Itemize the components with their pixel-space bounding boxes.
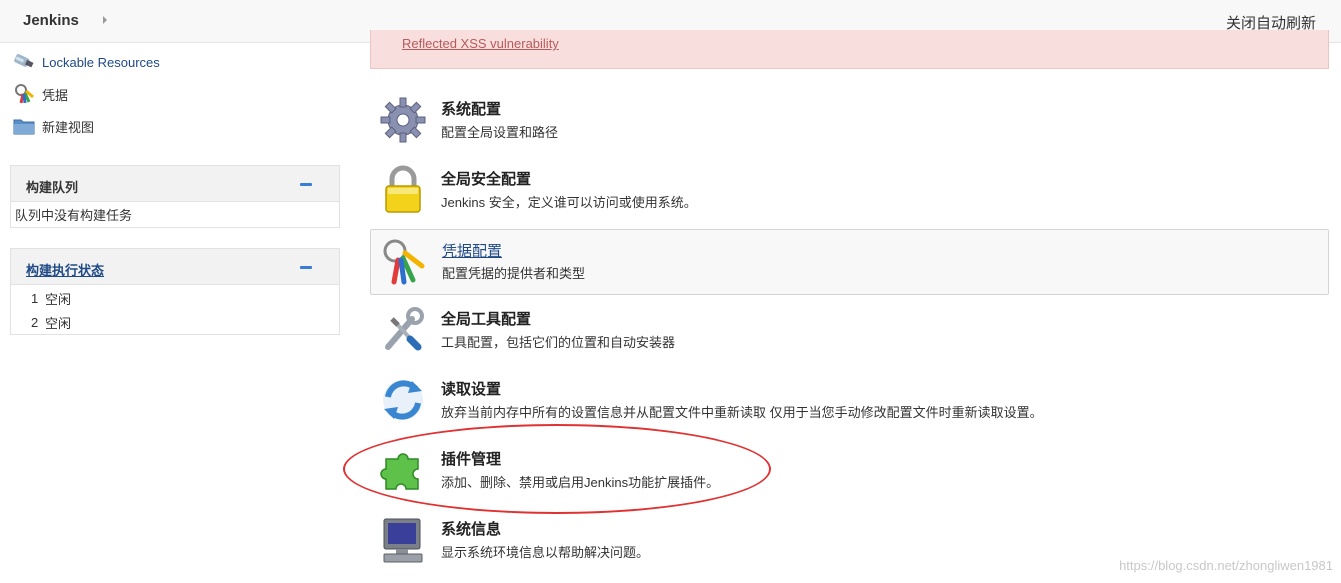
executor-status-panel: 构建执行状态 1 空闲 2 空闲: [10, 248, 340, 335]
executor-row: 2 空闲: [15, 310, 335, 334]
gear-icon: [378, 95, 428, 145]
entry-description: 添加、删除、禁用或启用Jenkins功能扩展插件。: [441, 475, 720, 490]
executor-number: 2: [31, 314, 39, 330]
keys-icon: [378, 236, 428, 286]
sidebar-item-label: Lockable Resources: [42, 54, 160, 70]
sidebar-item-credentials[interactable]: 凭据: [12, 83, 68, 105]
entry-description: 显示系统环境信息以帮助解决问题。: [441, 545, 650, 560]
security-warning-alert: Reflected XSS vulnerability: [370, 30, 1329, 69]
executor-row: 1 空闲: [15, 286, 335, 310]
reload-icon: [378, 375, 428, 425]
manage-entry-global-security[interactable]: 全局安全配置 Jenkins 安全，定义谁可以访问或使用系统。: [370, 158, 1329, 224]
manage-entry-plugin-manager[interactable]: 插件管理 添加、删除、禁用或启用Jenkins功能扩展插件。: [370, 438, 1329, 504]
build-queue-empty-text: 队列中没有构建任务: [15, 208, 133, 223]
sidebar-item-new-view[interactable]: 新建视图: [12, 115, 94, 137]
jenkins-home-link[interactable]: Jenkins: [23, 12, 79, 29]
entry-title[interactable]: 系统配置: [441, 98, 501, 119]
executor-status: 空闲: [45, 291, 72, 307]
manage-entry-system-config[interactable]: 系统配置 配置全局设置和路径: [370, 88, 1329, 154]
entry-title[interactable]: 系统信息: [441, 518, 501, 539]
collapse-build-queue-button[interactable]: [300, 183, 312, 186]
collapse-executors-button[interactable]: [300, 266, 312, 269]
sidebar-item-label: 凭据: [42, 87, 69, 103]
executor-status-header: 构建执行状态: [11, 249, 339, 285]
entry-title[interactable]: 凭据配置: [442, 240, 502, 261]
entry-description: Jenkins 安全，定义谁可以访问或使用系统。: [441, 195, 697, 210]
folder-icon: [12, 115, 36, 137]
entry-title[interactable]: 插件管理: [441, 448, 501, 469]
usb-drive-icon: [12, 51, 36, 73]
monitor-icon: [378, 515, 428, 565]
breadcrumb-arrow-icon[interactable]: [103, 16, 107, 24]
entry-description: 放弃当前内存中所有的设置信息并从配置文件中重新读取 仅用于当您手动修改配置文件时…: [441, 405, 1043, 420]
entry-title[interactable]: 读取设置: [441, 378, 501, 399]
manage-entry-global-tools[interactable]: 全局工具配置 工具配置，包括它们的位置和自动安装器: [370, 298, 1329, 364]
xss-vulnerability-link[interactable]: Reflected XSS vulnerability: [402, 36, 559, 51]
sidebar-item-lockable-resources[interactable]: Lockable Resources: [12, 51, 160, 73]
puzzle-icon: [378, 445, 428, 495]
entry-description: 配置全局设置和路径: [441, 125, 559, 140]
tools-icon: [378, 305, 428, 355]
watermark: https://blog.csdn.net/zhongliwen1981: [1119, 558, 1333, 573]
build-queue-header: 构建队列: [11, 166, 339, 202]
entry-title[interactable]: 全局安全配置: [441, 168, 531, 189]
entry-description: 配置凭据的提供者和类型: [442, 266, 586, 281]
build-queue-panel: 构建队列 队列中没有构建任务: [10, 165, 340, 228]
executor-status: 空闲: [45, 315, 72, 331]
padlock-icon: [378, 165, 428, 215]
build-queue-title: 构建队列: [26, 180, 79, 195]
sidebar-item-label: 新建视图: [42, 119, 95, 135]
executor-status-title-link[interactable]: 构建执行状态: [26, 260, 104, 279]
entry-description: 工具配置，包括它们的位置和自动安装器: [441, 335, 676, 350]
keys-icon: [12, 83, 36, 105]
entry-title[interactable]: 全局工具配置: [441, 308, 531, 329]
manage-entry-reload-config[interactable]: 读取设置 放弃当前内存中所有的设置信息并从配置文件中重新读取 仅用于当您手动修改…: [370, 368, 1329, 434]
manage-entry-credentials-config[interactable]: 凭据配置 配置凭据的提供者和类型: [370, 229, 1329, 295]
executor-number: 1: [31, 290, 39, 306]
